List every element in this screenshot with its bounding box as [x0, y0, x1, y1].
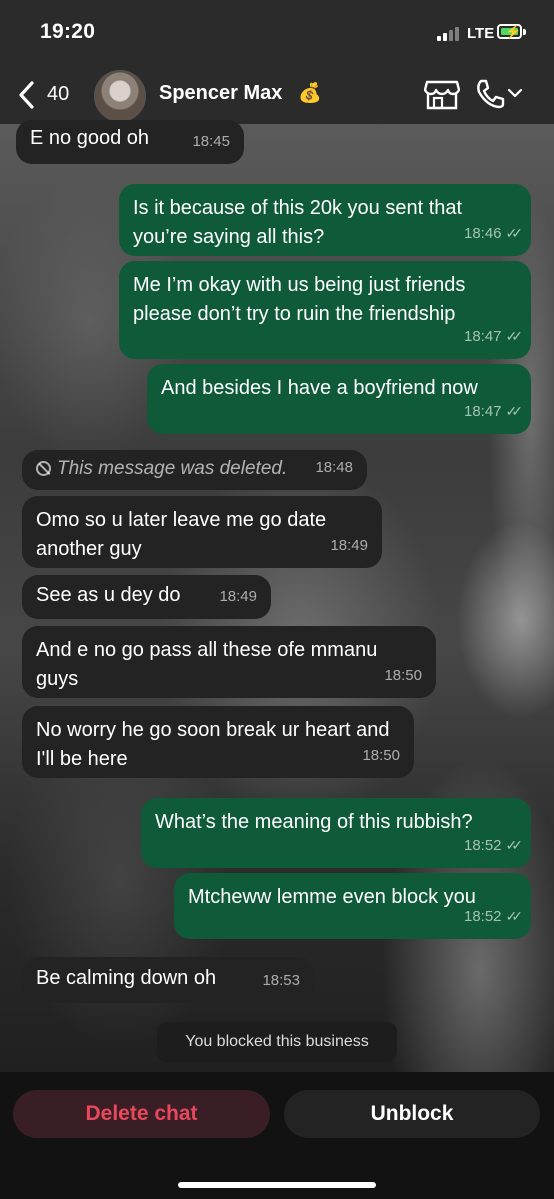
- message-time: 18:46: [463, 225, 502, 242]
- money-bag-emoji: 💰: [298, 83, 322, 104]
- message-text: Be calming down oh: [36, 967, 217, 989]
- message-bubble[interactable]: And besides I have a boyfriend now 18:47…: [147, 364, 531, 434]
- message-time: 18:49: [219, 588, 257, 605]
- phone-icon[interactable]: [474, 78, 506, 110]
- blocked-circle-icon: [36, 461, 51, 476]
- battery-tip: [523, 29, 526, 35]
- unblock-button[interactable]: Unblock: [284, 1090, 540, 1138]
- message-text: Mtcheww lemme even block you: [188, 886, 476, 908]
- delete-chat-button[interactable]: Delete chat: [13, 1090, 270, 1138]
- message-list: E no good oh 18:45 Is it because of this…: [0, 120, 554, 1072]
- message-bubble[interactable]: Mtcheww lemme even block you 18:52 ✓✓: [174, 873, 531, 939]
- message-bubble[interactable]: And e no go pass all these ofe mmanu guy…: [22, 626, 436, 698]
- action-bar: Delete chat Unblock: [0, 1072, 554, 1199]
- unread-count[interactable]: 40: [47, 83, 69, 106]
- read-receipt-icon: ✓✓: [505, 225, 524, 241]
- message-time: 18:50: [362, 747, 400, 764]
- read-receipt-icon: ✓✓: [505, 403, 524, 419]
- store-icon[interactable]: [424, 78, 460, 110]
- message-text: And e no go pass all these ofe mmanu guy…: [36, 639, 378, 690]
- message-time: 18:49: [330, 537, 368, 554]
- message-bubble[interactable]: Be calming down oh 18:53: [22, 957, 314, 1003]
- message-time: 18:48: [315, 459, 353, 476]
- message-text: What’s the meaning of this rubbish?: [155, 811, 473, 833]
- chevron-down-icon[interactable]: [506, 84, 524, 102]
- read-receipt-icon: ✓✓: [505, 328, 524, 344]
- message-bubble[interactable]: Me I’m okay with us being just friends p…: [119, 261, 531, 359]
- message-text: Is it because of this 20k you sent that …: [133, 197, 463, 248]
- message-time: 18:53: [262, 972, 300, 989]
- read-receipt-icon: ✓✓: [505, 908, 524, 924]
- status-time: 19:20: [40, 20, 96, 43]
- deleted-message-bubble[interactable]: This message was deleted. 18:48: [22, 450, 367, 490]
- message-text: Omo so u later leave me go date another …: [36, 509, 327, 560]
- message-time: 18:47: [463, 328, 502, 345]
- battery-icon: ⚡: [497, 24, 522, 39]
- message-bubble[interactable]: E no good oh 18:45: [16, 120, 244, 164]
- message-time: 18:52: [463, 837, 502, 854]
- message-text: No worry he go soon break ur heart and I…: [36, 719, 390, 770]
- network-type: LTE: [467, 25, 495, 42]
- chat-header: 40 Spencer Max 💰: [0, 66, 554, 124]
- message-text: E no good oh: [30, 127, 149, 149]
- contact-name[interactable]: Spencer Max: [159, 82, 282, 105]
- message-time: 18:52: [463, 908, 502, 925]
- message-bubble[interactable]: See as u dey do 18:49: [22, 575, 271, 619]
- message-bubble[interactable]: Omo so u later leave me go date another …: [22, 496, 382, 568]
- home-indicator[interactable]: [178, 1182, 376, 1188]
- message-bubble[interactable]: What’s the meaning of this rubbish? 18:5…: [141, 798, 531, 868]
- message-text: Me I’m okay with us being just friends p…: [133, 274, 466, 325]
- message-bubble[interactable]: No worry he go soon break ur heart and I…: [22, 706, 414, 778]
- message-time: 18:47: [463, 403, 502, 420]
- avatar[interactable]: [94, 70, 146, 122]
- message-text: This message was deleted.: [57, 458, 288, 479]
- message-time: 18:45: [192, 133, 230, 150]
- signal-icon: [437, 27, 463, 41]
- message-bubble[interactable]: Is it because of this 20k you sent that …: [119, 184, 531, 256]
- message-text: See as u dey do: [36, 584, 181, 606]
- message-time: 18:50: [384, 667, 422, 684]
- status-bar: 19:20 LTE ⚡: [0, 0, 554, 66]
- blocked-notice: You blocked this business: [157, 1022, 397, 1062]
- read-receipt-icon: ✓✓: [505, 837, 524, 853]
- message-text: And besides I have a boyfriend now: [161, 377, 478, 399]
